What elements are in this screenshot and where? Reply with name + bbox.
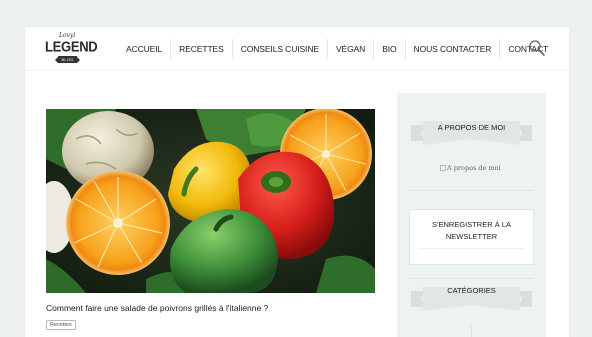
nav-item-accueil[interactable]: Accueil — [118, 39, 170, 59]
site-header: Lovyi LEGEND BLOG Accueil Recettes Conse… — [25, 27, 569, 70]
search-icon[interactable] — [528, 39, 546, 57]
broken-image-icon — [440, 165, 446, 171]
post-category-tag[interactable]: Recettes — [46, 320, 76, 330]
categories-widget-title: Catégories — [447, 286, 496, 295]
sidebar-divider — [409, 190, 534, 191]
about-image-placeholder[interactable]: A propos de moi — [440, 164, 501, 172]
nav-item-bio[interactable]: Bio — [373, 39, 404, 59]
header-divider — [25, 70, 569, 71]
post-title-link[interactable]: Comment faire une salade de poivrons gri… — [46, 303, 376, 313]
sidebar-divider — [409, 278, 534, 279]
page-container: Lovyi LEGEND BLOG Accueil Recettes Conse… — [25, 27, 569, 337]
nav-item-nous-contacter[interactable]: Nous contacter — [404, 39, 500, 59]
about-image-alt: A propos de moi — [447, 164, 501, 172]
logo-wordmark: LEGEND — [45, 37, 98, 56]
main-nav: Accueil Recettes Conseils Cuisine Végan … — [118, 39, 556, 59]
nav-item-vegan[interactable]: Végan — [326, 39, 373, 59]
categories-column-divider — [471, 325, 472, 337]
logo-ribbon: BLOG — [55, 56, 80, 63]
nav-item-recettes[interactable]: Recettes — [170, 39, 232, 59]
nav-item-conseils-cuisine[interactable]: Conseils Cuisine — [231, 39, 327, 59]
sidebar: A propos de moi A propos de moi S'enregi… — [397, 93, 546, 337]
newsletter-divider — [418, 248, 525, 249]
newsletter-widget[interactable]: S'enregistrer à la newsletter — [409, 209, 534, 265]
newsletter-title: S'enregistrer à la newsletter — [432, 220, 511, 241]
about-widget-title: A propos de moi — [437, 123, 506, 132]
site-logo[interactable]: Lovyi LEGEND BLOG — [45, 32, 98, 66]
post-featured-image[interactable] — [46, 109, 375, 293]
